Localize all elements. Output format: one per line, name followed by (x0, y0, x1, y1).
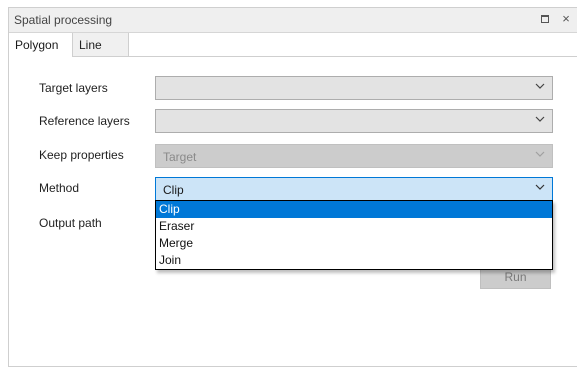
method-label: Method (39, 181, 80, 195)
keep-properties-combo: Target (155, 144, 553, 168)
close-icon: × (562, 10, 570, 26)
close-button[interactable]: × (558, 10, 574, 26)
method-dropdown-list: Clip Eraser Merge Join (155, 200, 553, 270)
maximize-button[interactable] (537, 11, 553, 27)
method-option-eraser[interactable]: Eraser (156, 218, 552, 235)
keep-properties-label: Keep properties (39, 148, 124, 162)
tab-line[interactable]: Line (73, 33, 129, 56)
method-option-join[interactable]: Join (156, 252, 552, 269)
chevron-down-icon (535, 116, 545, 122)
panel-title: Spatial processing (14, 13, 113, 27)
tab-strip: Polygon Line (9, 33, 577, 57)
keep-properties-value: Target (163, 150, 197, 164)
method-combo[interactable]: Clip (155, 177, 553, 201)
output-path-label: Output path (39, 216, 102, 230)
chevron-down-icon (535, 83, 545, 89)
chevron-down-icon (535, 151, 545, 157)
title-bar: Spatial processing × (9, 8, 577, 33)
method-option-merge[interactable]: Merge (156, 235, 552, 252)
method-value: Clip (163, 183, 184, 197)
method-option-clip[interactable]: Clip (156, 201, 552, 218)
target-layers-label: Target layers (39, 81, 108, 95)
maximize-icon (541, 15, 549, 23)
chevron-down-icon (535, 184, 545, 190)
tab-polygon[interactable]: Polygon (9, 33, 73, 57)
target-layers-combo[interactable] (155, 76, 553, 100)
reference-layers-combo[interactable] (155, 109, 553, 133)
spatial-processing-panel: Spatial processing × Polygon Line Target… (8, 7, 577, 367)
reference-layers-label: Reference layers (39, 114, 130, 128)
